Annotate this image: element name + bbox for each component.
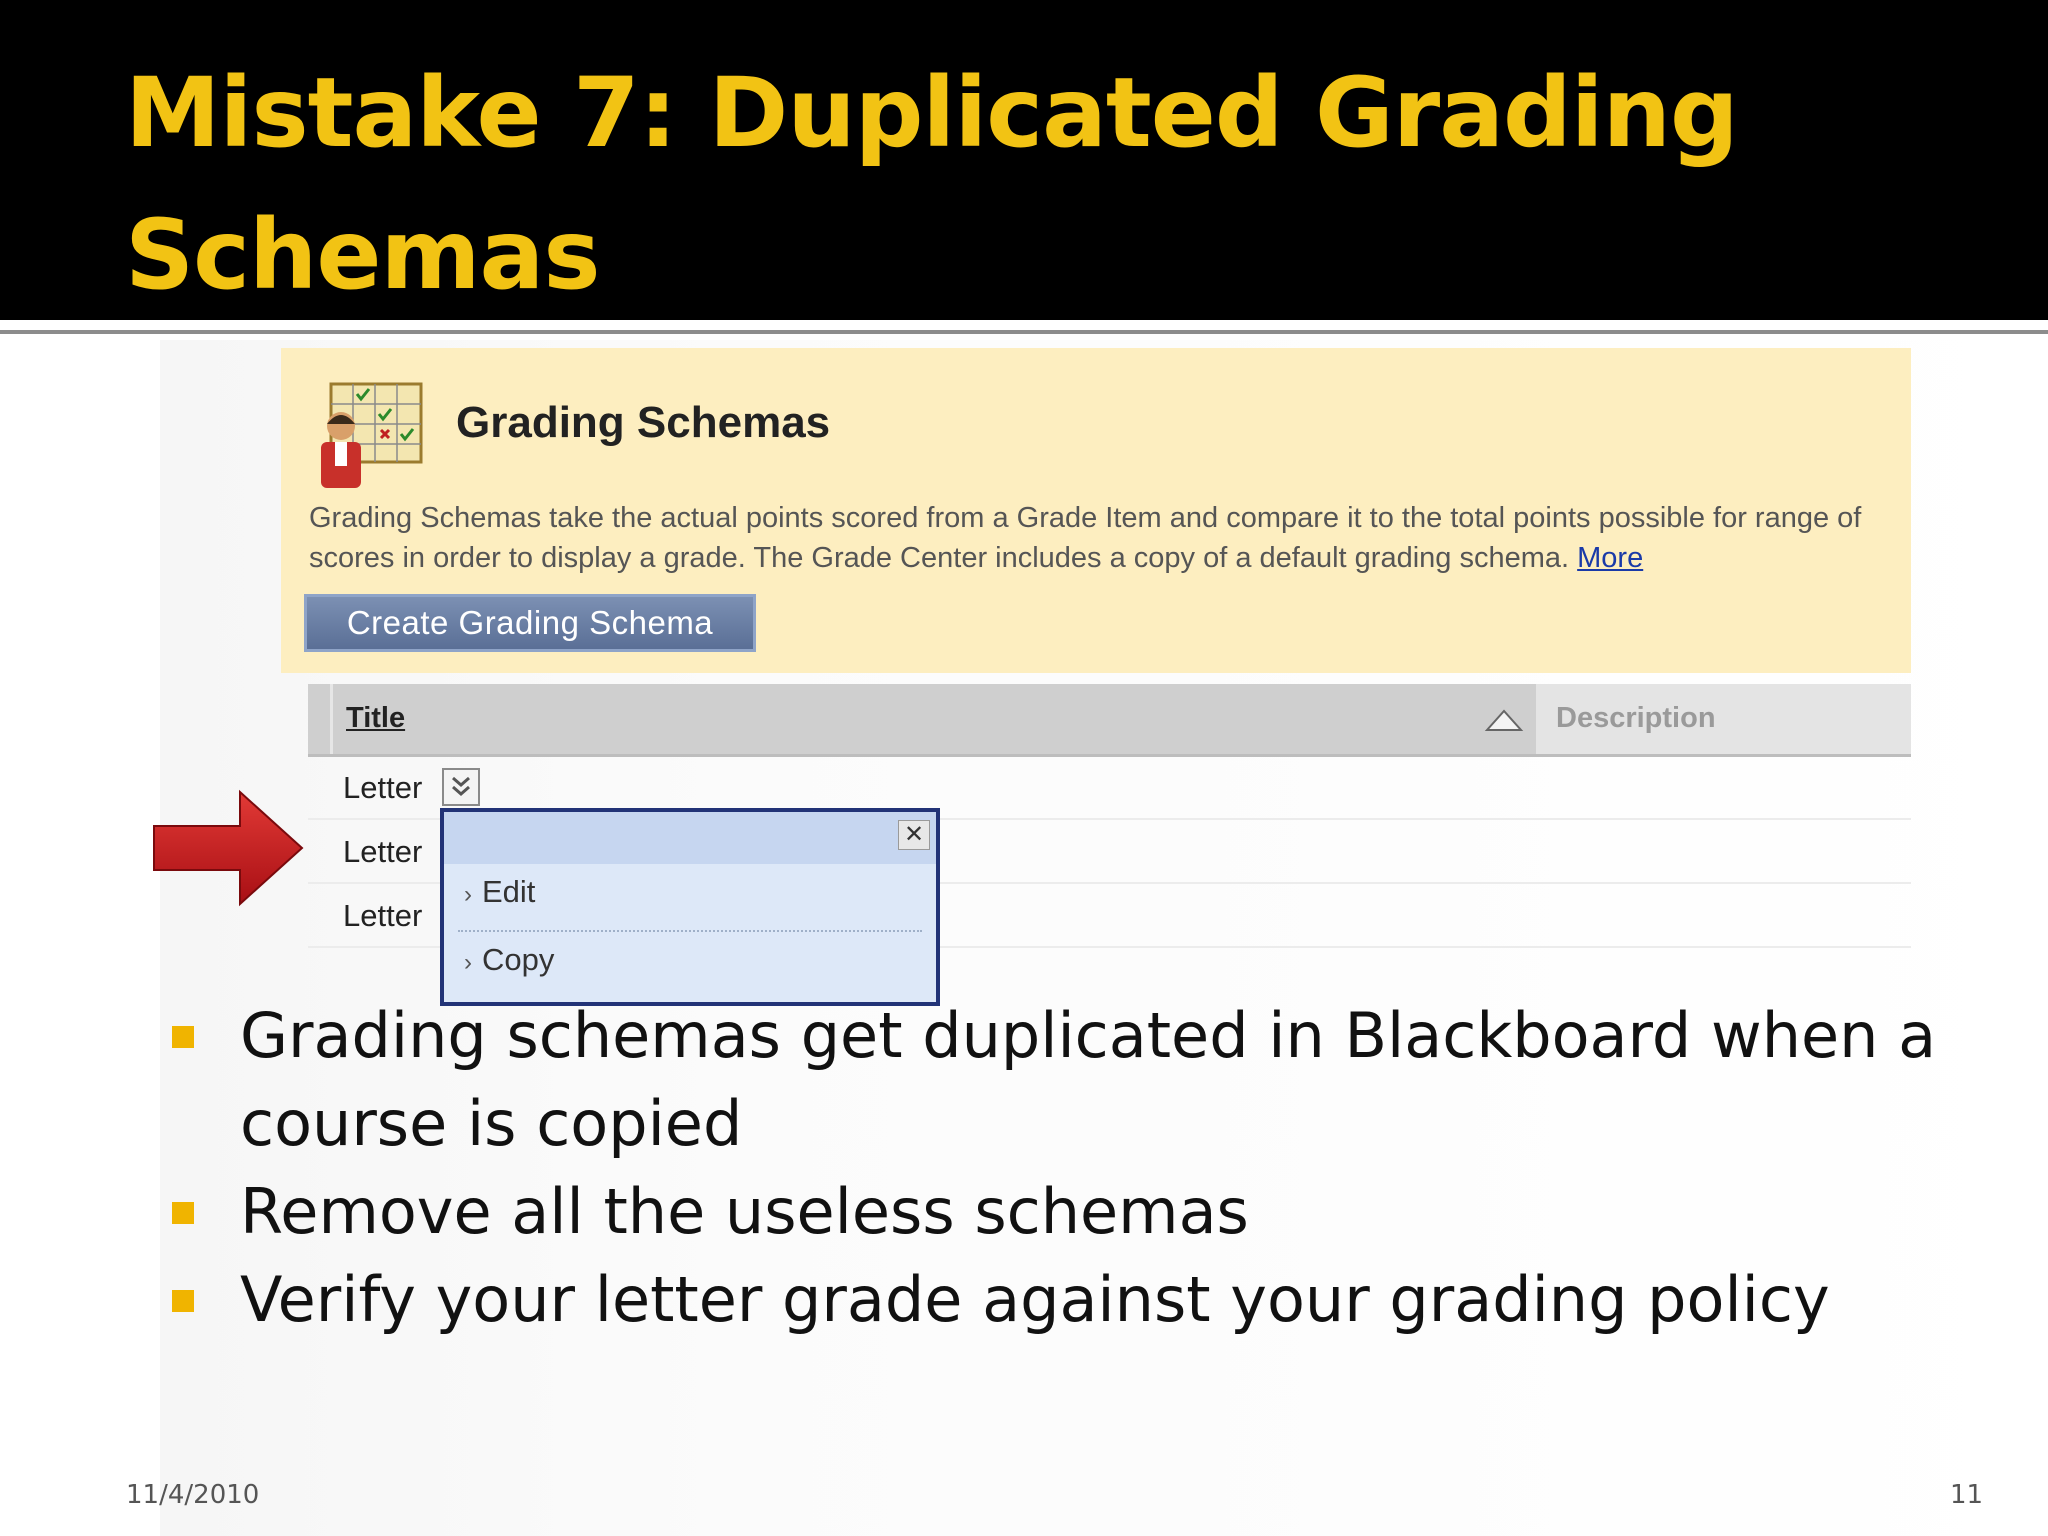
sort-ascending-icon[interactable] bbox=[1484, 706, 1524, 734]
context-menu-header: ✕ bbox=[444, 812, 936, 864]
row-title: Letter bbox=[343, 898, 423, 933]
bullet-marker bbox=[172, 1202, 194, 1224]
red-arrow-icon bbox=[153, 789, 304, 907]
panel-heading: Grading Schemas bbox=[456, 398, 831, 447]
chevron-right-icon: › bbox=[464, 949, 472, 976]
header-separator bbox=[330, 684, 333, 754]
menu-divider bbox=[458, 930, 922, 932]
chevron-down-icon bbox=[452, 776, 470, 796]
bullet-marker bbox=[172, 1026, 194, 1048]
menu-item-label: Edit bbox=[482, 874, 536, 909]
slide-number: 11 bbox=[1950, 1480, 1984, 1510]
slide-title: Mistake 7: Duplicated Grading Schemas bbox=[125, 57, 1739, 311]
bullet-text: Remove all the useless schemas bbox=[240, 1175, 1249, 1248]
grading-schemas-panel: Grading Schemas Grading Schemas take the… bbox=[281, 348, 1911, 673]
bullet-text: Grading schemas get duplicated in Blackb… bbox=[240, 999, 1937, 1160]
title-bar: Mistake 7: Duplicated Grading Schemas bbox=[0, 0, 2048, 320]
chevron-right-icon: › bbox=[464, 881, 472, 908]
description-header-cell: Description bbox=[1536, 684, 1911, 754]
close-icon[interactable]: ✕ bbox=[898, 820, 930, 850]
bullet-item: Grading schemas get duplicated in Blackb… bbox=[160, 992, 2020, 1168]
row-title: Letter bbox=[343, 770, 423, 805]
bullet-item: Verify your letter grade against your gr… bbox=[160, 1256, 2020, 1344]
row-menu-button[interactable] bbox=[442, 768, 480, 806]
menu-item-edit[interactable]: › Edit bbox=[464, 874, 924, 934]
row-title: Letter bbox=[343, 834, 423, 869]
column-header-description[interactable]: Description bbox=[1556, 702, 1716, 735]
grading-schema-icon bbox=[321, 382, 423, 488]
table-header: Title Description bbox=[308, 684, 1911, 757]
bullet-marker bbox=[172, 1290, 194, 1312]
column-header-title[interactable]: Title bbox=[346, 702, 405, 735]
panel-description: Grading Schemas take the actual points s… bbox=[309, 498, 1909, 578]
row-context-menu: ✕ › Edit › Copy bbox=[440, 808, 940, 1006]
title-divider bbox=[0, 330, 2048, 334]
slide-date: 11/4/2010 bbox=[126, 1480, 260, 1510]
more-link[interactable]: More bbox=[1577, 542, 1643, 574]
menu-item-label: Copy bbox=[482, 942, 555, 977]
bullet-list: Grading schemas get duplicated in Blackb… bbox=[160, 992, 2020, 1344]
bullet-text: Verify your letter grade against your gr… bbox=[240, 1263, 1830, 1336]
create-grading-schema-button[interactable]: Create Grading Schema bbox=[304, 594, 756, 652]
bullet-item: Remove all the useless schemas bbox=[160, 1168, 2020, 1256]
